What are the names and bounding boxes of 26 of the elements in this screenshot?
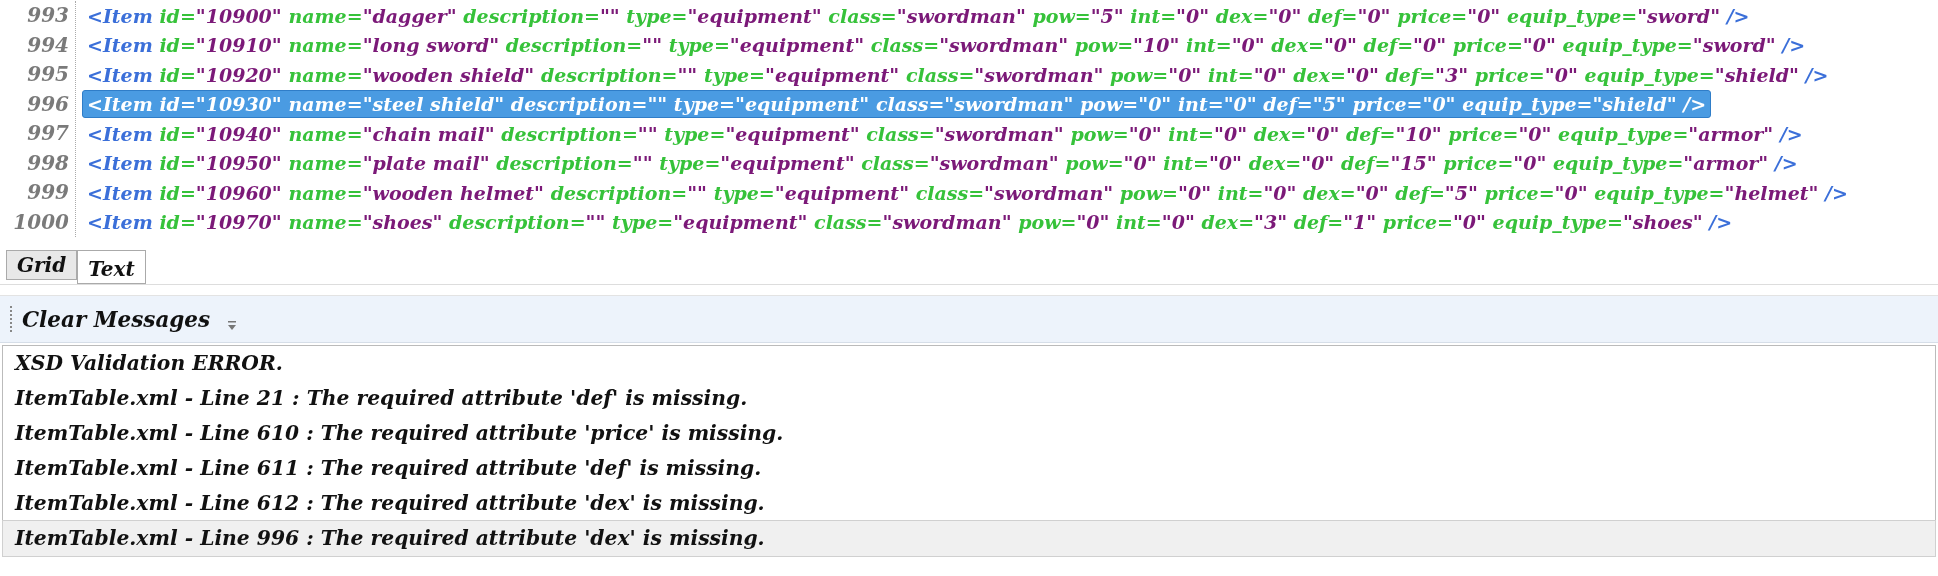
line-number: 997 (26, 120, 70, 147)
clear-messages-button[interactable]: Clear Messages (18, 304, 215, 334)
line-number: 995 (26, 61, 70, 88)
line-number: 993 (26, 2, 70, 29)
message-item[interactable]: ItemTable.xml - Line 996 : The required attribute 'dex' is missing. (3, 521, 1935, 556)
view-tab[interactable]: Grid (6, 250, 78, 280)
view-tab[interactable]: Text (77, 250, 146, 284)
code-line: <Item id="10970" name="shoes" description="" type="equipment" class="swordman" pow="0" int="0" dex="3" def="1" price="0" equip_type="shoes" /> (86, 210, 1734, 236)
code-line: <Item id="10920" name="wooden shield" description="" type="equipment" class="swordman" pow="0" int="0" dex="0" def="3" price="0" equip_type="shield" /> (86, 62, 1830, 88)
line-number: 999 (26, 179, 70, 206)
message-item[interactable]: ItemTable.xml - Line 21 : The required attribute 'def' is missing. (3, 381, 1935, 416)
dropdown-arrow-icon[interactable] (226, 320, 239, 332)
code-line: <Item id="10940" name="chain mail" description="" type="equipment" class="swordman" pow="0" int="0" dex="0" def="10" price="0" equip_type="armor" /> (86, 121, 1804, 147)
message-item[interactable]: ItemTable.xml - Line 612 : The required attribute 'dex' is missing. (3, 486, 1935, 521)
code-line: <Item id="10950" name="plate mail" description="" type="equipment" class="swordman" pow="0" int="0" dex="0" def="15" price="0" equip_type="armor" /> (86, 151, 1799, 177)
code-line: <Item id="10910" name="long sword" description="" type="equipment" class="swordman" pow="10" int="0" dex="0" def="0" price="0" equip_type="sword" /> (86, 33, 1807, 59)
line-number: 994 (26, 31, 70, 59)
code-line: <Item id="10900" name="dagger" description="" type="equipment" class="swordman" pow="5" int="0" dex="0" def="0" price="0" equip_type="sword" /> (86, 3, 1751, 29)
message-item[interactable]: XSD Validation ERROR. (3, 346, 1935, 381)
line-number: 1000 (12, 208, 70, 236)
code-line: <Item id="10960" name="wooden helmet" description="" type="equipment" class="swordman" pow="0" int="0" dex="0" def="5" price="0" equip_type="helmet" /> (86, 180, 1849, 206)
grip-handle[interactable] (10, 306, 12, 332)
line-number: 996 (26, 90, 70, 118)
line-number: 998 (26, 149, 70, 177)
message-item[interactable]: ItemTable.xml - Line 610 : The required attribute 'price' is missing. (3, 416, 1935, 451)
message-item[interactable]: ItemTable.xml - Line 611 : The required attribute 'def' is missing. (3, 451, 1935, 486)
